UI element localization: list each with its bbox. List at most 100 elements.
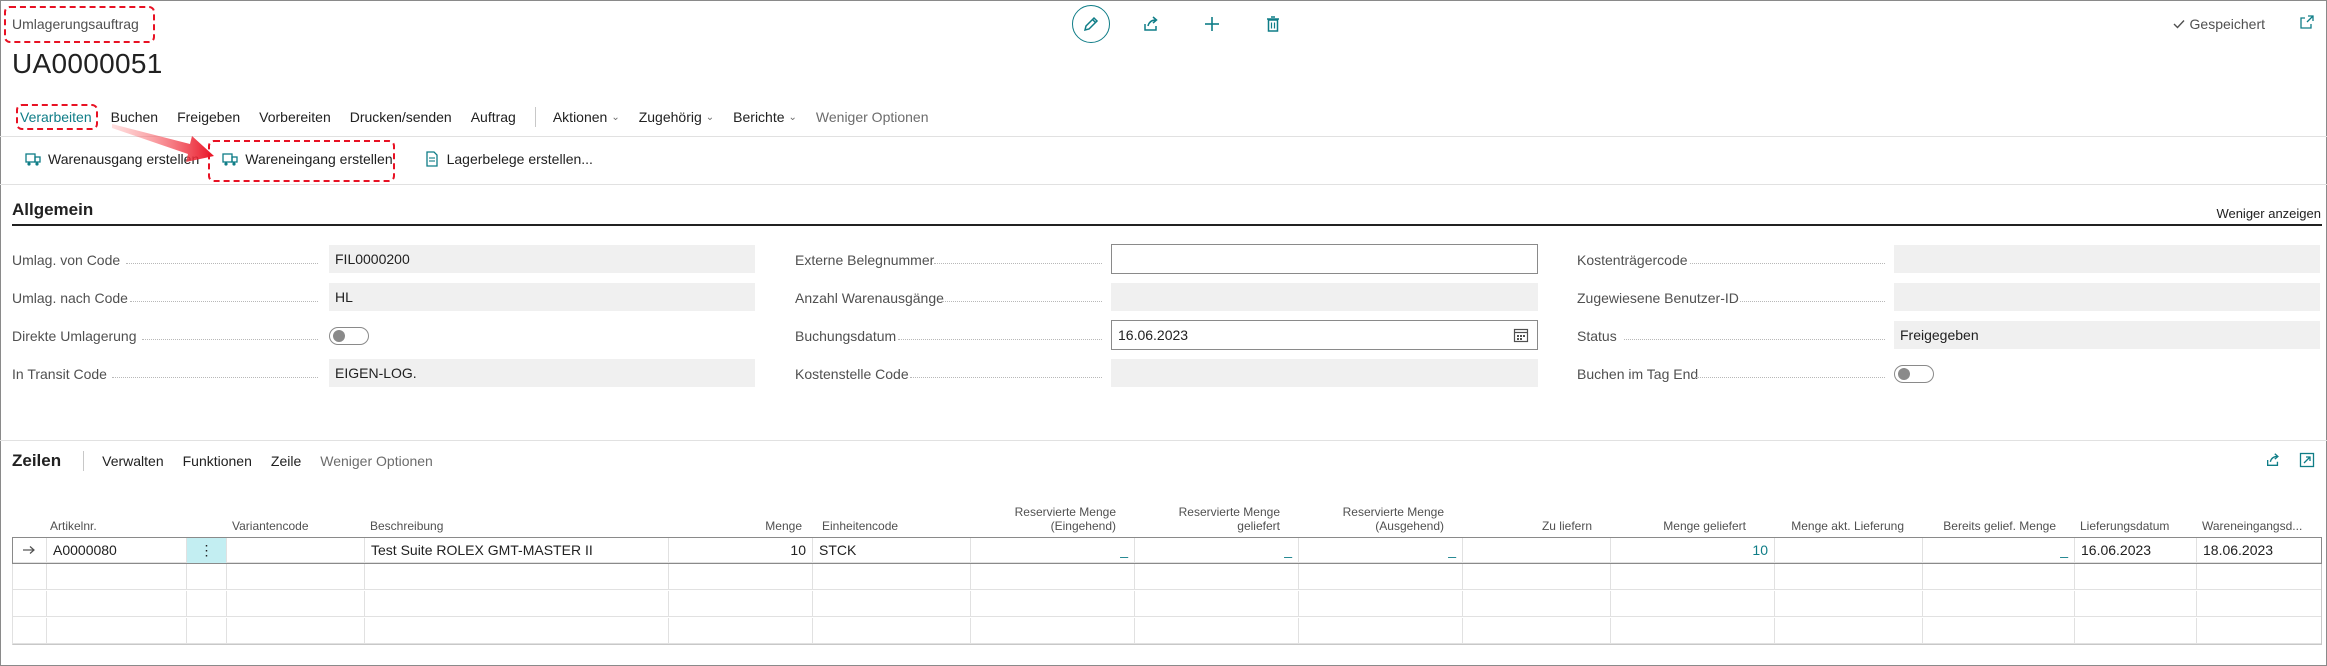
lines-action-bar: Zeilen Verwalten Funktionen Zeile Wenige… [12,450,452,472]
column-header-einheitencode[interactable]: Einheitencode [822,500,942,536]
lines-tab-zeile[interactable]: Zeile [271,453,301,469]
action-bar-divider [0,136,2327,137]
label-leader [1690,263,1885,264]
column-header-wareneingangsdatum[interactable]: Wareneingangsd... [2202,500,2320,536]
fewer-options-button[interactable]: Weniger Optionen [816,109,929,125]
section-underline [12,224,2322,226]
column-header-reserviert-geliefert[interactable]: Reservierte Menge geliefert [1144,500,1280,536]
tab-vorbereiten[interactable]: Vorbereiten [259,109,331,125]
label-leader [898,339,1102,340]
section-title-allgemein: Allgemein [12,200,94,219]
shipment-icon [25,153,41,166]
delete-button[interactable] [1253,4,1293,44]
label-buchen-im-tag-end: Buchen im Tag End [1577,366,1699,382]
toggle-buchen-im-tag-end[interactable] [1894,365,1934,383]
lagerbelege-label: Lagerbelege erstellen... [446,151,593,167]
saved-status: Gespeichert [2172,16,2265,32]
column-header-lieferungsdatum[interactable]: Lieferungsdatum [2080,500,2190,536]
calendar-icon[interactable] [1513,327,1529,343]
entity-type-label: Umlagerungsauftrag [12,16,139,32]
column-header-menge[interactable]: Menge [712,500,802,536]
field-kostenstelle-code[interactable] [1111,359,1538,387]
lines-tab-verwalten[interactable]: Verwalten [102,453,163,469]
label-kostenstelle-code: Kostenstelle Code [795,366,909,382]
chevron-down-icon: ⌄ [788,111,797,123]
show-less-button[interactable]: Weniger anzeigen [2216,206,2321,221]
selected-row-outline [12,537,2322,564]
section-divider [0,440,2327,441]
action-bar-separator [534,107,536,127]
label-in-transit-code: In Transit Code [12,366,107,382]
label-status: Status [1577,328,1617,344]
document-icon [425,151,438,167]
field-umlag-von-code[interactable]: FIL0000200 [329,245,755,273]
tab-auftrag[interactable]: Auftrag [471,109,516,125]
menu-aktionen[interactable]: Aktionen ⌄ [553,109,620,125]
label-umlag-von-code: Umlag. von Code [12,252,121,268]
section-title-zeilen: Zeilen [12,451,62,470]
grid-header: Artikelnr. Variantencode Beschreibung Me… [12,500,2322,536]
plus-icon [1205,17,1219,31]
field-zugewiesene-benutzer-id[interactable] [1894,283,2320,311]
label-direkte-umlagerung: Direkte Umlagerung [12,328,137,344]
edit-icon [1083,16,1099,32]
buchungsdatum-input[interactable]: 16.06.2023 [1111,320,1538,350]
label-leader [942,301,1102,302]
column-header-artikelnr[interactable]: Artikelnr. [50,500,140,536]
menu-zugehoerig[interactable]: Zugehörig ⌄ [639,109,714,125]
label-anzahl-warenausgaenge: Anzahl Warenausgänge [795,290,944,306]
field-kostentraegercode[interactable] [1894,245,2320,273]
lines-right-actions [2265,452,2315,468]
check-icon [2173,20,2185,29]
label-externe-belegnummer: Externe Belegnummer [795,252,935,268]
column-header-bereits-gelief-menge[interactable]: Bereits gelief. Menge [1912,500,2056,536]
tab-drucken-senden[interactable]: Drucken/senden [350,109,452,125]
menu-aktionen-label: Aktionen [552,109,608,125]
column-header-beschreibung[interactable]: Beschreibung [370,500,570,536]
label-leader [112,377,318,378]
externe-belegnummer-input[interactable] [1111,244,1538,274]
top-action-bar [1072,4,1314,44]
chevron-down-icon: ⌄ [705,111,715,123]
page-title: UA0000051 [12,48,163,79]
chevron-down-icon: ⌄ [611,111,620,123]
edit-button[interactable] [1072,5,1110,43]
share-button[interactable] [1131,4,1171,44]
open-new-window-button[interactable] [2299,14,2315,33]
label-leader [126,263,318,264]
field-umlag-nach-code[interactable]: HL [329,283,755,311]
lines-fewer-options[interactable]: Weniger Optionen [320,453,433,469]
label-leader [910,377,1102,378]
lines-tab-funktionen[interactable]: Funktionen [183,453,252,469]
label-leader [934,263,1102,264]
wareneingang-label: Wareneingang erstellen [245,151,393,167]
lagerbelege-erstellen-button[interactable]: Lagerbelege erstellen... [423,150,593,168]
share-icon[interactable] [2265,452,2281,468]
column-header-variantencode[interactable]: Variantencode [232,500,352,536]
new-button[interactable] [1192,4,1232,44]
column-header-menge-geliefert[interactable]: Menge geliefert [1612,500,1746,536]
share-icon [1144,16,1158,31]
toggle-direkte-umlagerung[interactable] [329,327,369,345]
tab-verarbeiten[interactable]: Verarbeiten [20,109,92,125]
annotation-arrow [112,124,214,162]
field-status[interactable]: Freigegeben [1894,321,2320,349]
column-header-zu-liefern[interactable]: Zu liefern [1462,500,1592,536]
expand-icon[interactable] [2299,452,2315,468]
label-leader [1624,339,1885,340]
menu-zugehoerig-label: Zugehörig [638,109,702,125]
sub-bar-divider [0,184,2327,185]
label-leader [1740,301,1885,302]
field-anzahl-warenausgaenge[interactable] [1111,283,1538,311]
receipt-icon [222,153,238,166]
field-in-transit-code[interactable]: EIGEN-LOG. [329,359,755,387]
column-header-reserviert-ausgehend[interactable]: Reservierte Menge (Ausgehend) [1308,500,1444,536]
menu-berichte[interactable]: Berichte ⌄ [733,109,797,125]
wareneingang-erstellen-button[interactable]: Wareneingang erstellen [221,150,393,168]
label-leader [1696,377,1885,378]
label-umlag-nach-code: Umlag. nach Code [12,290,128,306]
column-header-reserviert-eingehend[interactable]: Reservierte Menge (Eingehend) [980,500,1116,536]
label-zugewiesene-benutzer-id: Zugewiesene Benutzer-ID [1577,290,1739,306]
trash-icon [1267,16,1279,32]
column-header-menge-akt-lieferung[interactable]: Menge akt. Lieferung [1762,500,1904,536]
